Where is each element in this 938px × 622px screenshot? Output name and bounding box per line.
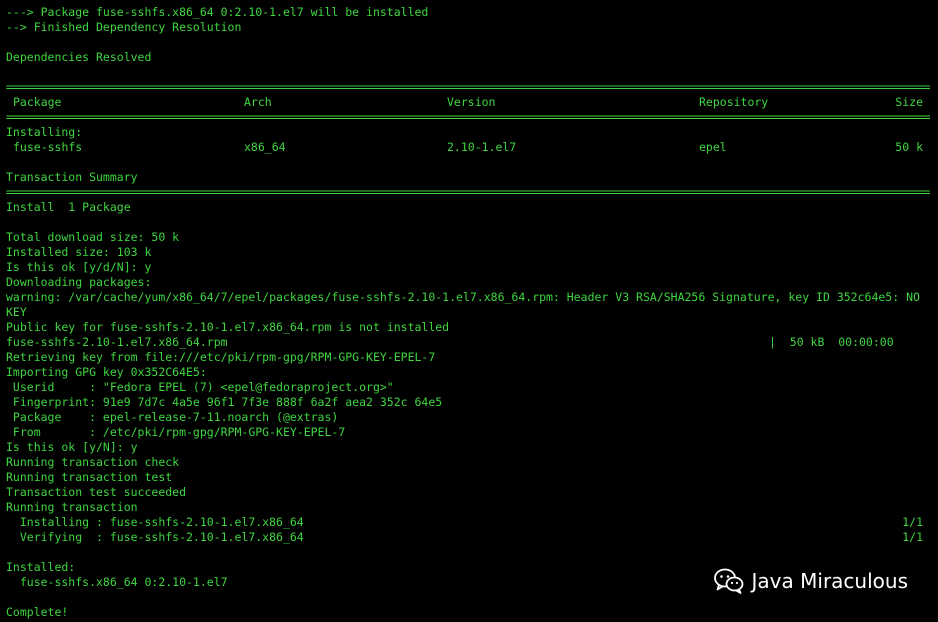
separator-rule: ========================================… xyxy=(6,80,930,94)
table-cell-version: 2.10-1.el7 xyxy=(447,140,517,154)
table-cell-package: fuse-sshfs xyxy=(13,140,83,154)
confirm-prompt-line: Is this ok [y/d/N]: y xyxy=(6,260,152,274)
table-cell-arch: x86_64 xyxy=(244,140,286,154)
download-size-line: Total download size: 50 k xyxy=(6,230,180,244)
installing-step-line: Installing : fuse-sshfs-2.10-1.el7.x86_6… xyxy=(6,515,304,529)
verifying-step-count: 1/1 xyxy=(902,530,923,544)
installed-package-line: fuse-sshfs.x86_64 0:2.10-1.el7 xyxy=(6,575,228,589)
importing-key-line: Importing GPG key 0x352C64E5: xyxy=(6,365,207,379)
public-key-line: Public key for fuse-sshfs-2.10-1.el7.x86… xyxy=(6,320,450,334)
transaction-check-line: Running transaction check xyxy=(6,455,180,469)
wechat-icon xyxy=(713,568,743,594)
transaction-test-succeeded-line: Transaction test succeeded xyxy=(6,485,187,499)
installing-step-count: 1/1 xyxy=(902,515,923,529)
complete-line: Complete! xyxy=(6,605,69,619)
download-progress: | 50 kB 00:00:00 xyxy=(769,335,894,349)
dependency-resolution-line: --> Finished Dependency Resolution xyxy=(6,20,242,34)
table-header-repository: Repository xyxy=(699,95,769,109)
transaction-summary-heading: Transaction Summary xyxy=(6,170,138,184)
installed-heading: Installed: xyxy=(6,560,76,574)
terminal-window[interactable]: ---> Package fuse-sshfs.x86_64 0:2.10-1.… xyxy=(0,0,938,622)
table-cell-size: 50 k xyxy=(895,140,923,154)
running-transaction-line: Running transaction xyxy=(6,500,138,514)
dependencies-resolved-line: Dependencies Resolved xyxy=(6,50,152,64)
retrieving-key-line: Retrieving key from file:///etc/pki/rpm-… xyxy=(6,350,436,364)
table-cell-repository: epel xyxy=(699,140,727,154)
watermark-label: Java Miraculous xyxy=(751,568,908,593)
downloading-line: Downloading packages: xyxy=(6,275,152,289)
installed-size-line: Installed size: 103 k xyxy=(6,245,152,259)
warning-line: warning: /var/cache/yum/x86_64/7/epel/pa… xyxy=(6,290,920,304)
table-header-size: Size xyxy=(895,95,923,109)
userid-line: Userid : "Fedora EPEL (7) <epel@fedorapr… xyxy=(6,380,394,394)
installing-heading: Installing: xyxy=(6,125,83,139)
install-count-line: Install 1 Package xyxy=(6,200,131,214)
fingerprint-line: Fingerprint: 91e9 7d7c 4a5e 96f1 7f3e 88… xyxy=(6,395,443,409)
key-from-line: From : /etc/pki/rpm-gpg/RPM-GPG-KEY-EPEL… xyxy=(6,425,346,439)
rpm-file-line: fuse-sshfs-2.10-1.el7.x86_64.rpm xyxy=(6,335,228,349)
watermark: Java Miraculous xyxy=(713,568,908,594)
warning-line-continued: KEY xyxy=(6,305,27,319)
table-header-arch: Arch xyxy=(244,95,272,109)
separator-rule: ========================================… xyxy=(6,185,930,199)
key-package-line: Package : epel-release-7-11.noarch (@ext… xyxy=(6,410,339,424)
table-header-version: Version xyxy=(447,95,496,109)
table-header-package: Package xyxy=(13,95,62,109)
verifying-step-line: Verifying : fuse-sshfs-2.10-1.el7.x86_64 xyxy=(6,530,304,544)
confirm-prompt-line: Is this ok [y/N]: y xyxy=(6,440,138,454)
separator-rule: ========================================… xyxy=(6,110,930,124)
package-install-line: ---> Package fuse-sshfs.x86_64 0:2.10-1.… xyxy=(6,5,429,19)
transaction-test-line: Running transaction test xyxy=(6,470,173,484)
